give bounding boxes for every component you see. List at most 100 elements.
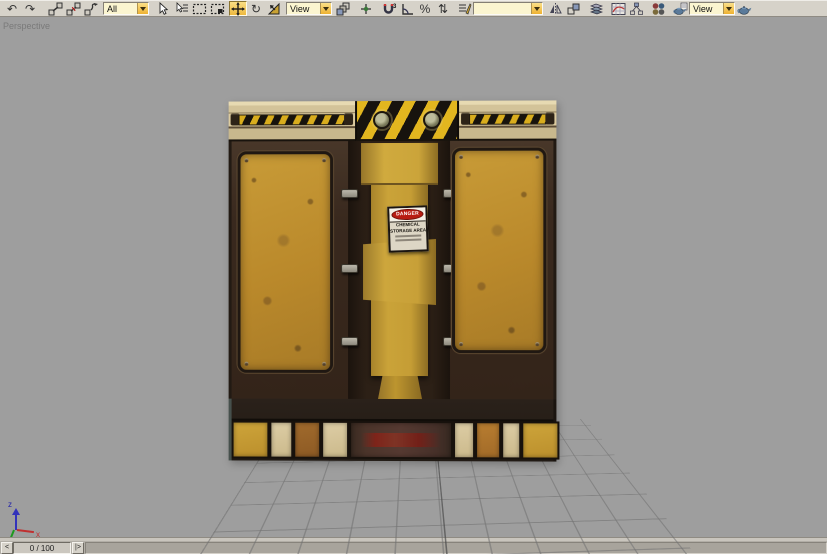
danger-label: DANGER xyxy=(391,208,424,220)
redo-button[interactable]: ↷ xyxy=(21,1,39,16)
align-icon xyxy=(566,2,581,16)
percent-snap-icon: % xyxy=(420,3,431,15)
select-and-rotate-button[interactable]: ↻ xyxy=(247,1,265,16)
bottom-panel-orange xyxy=(475,421,501,459)
window-crossing-button[interactable] xyxy=(208,1,226,16)
select-by-name-button[interactable] xyxy=(172,1,190,16)
door-top-band xyxy=(229,100,557,141)
select-and-link-button[interactable] xyxy=(46,1,64,16)
3d-app-window: ↶ ↷ All ↻ View 3% ⇅ View Perspective xyxy=(0,0,827,554)
z-axis-line xyxy=(15,510,17,530)
layer-manager-icon xyxy=(589,2,604,16)
door-bottom-band xyxy=(229,399,557,462)
render-setup-button[interactable] xyxy=(671,1,689,16)
select-object-button[interactable] xyxy=(154,1,172,16)
spinner-snap-button[interactable]: ⇅ xyxy=(434,1,452,16)
named-selection-dropdown[interactable] xyxy=(473,2,543,15)
selection-filter-dropdown-value: All xyxy=(104,3,137,14)
next-frame-button[interactable]: |> xyxy=(72,542,84,554)
clamp xyxy=(341,337,358,346)
align-button[interactable] xyxy=(564,1,582,16)
rect-region-icon xyxy=(192,2,207,16)
snaps-toggle-button[interactable]: 3 xyxy=(380,1,398,16)
round-bolt xyxy=(373,111,391,129)
danger-sign-header: DANGER xyxy=(389,207,425,222)
rivet xyxy=(535,155,539,159)
edit-named-selections-button[interactable] xyxy=(455,1,473,16)
bottom-panel-yellow xyxy=(232,421,270,459)
selection-filter-dropdown[interactable]: All xyxy=(103,2,149,15)
curve-editor-button[interactable] xyxy=(609,1,627,16)
select-and-manipulate-button[interactable] xyxy=(357,1,375,16)
sign-fine-print xyxy=(395,235,421,238)
named-selection-dropdown-value xyxy=(474,3,531,14)
angle-snap-icon xyxy=(400,2,415,16)
schematic-view-button[interactable] xyxy=(627,1,645,16)
dropdown-arrow-icon[interactable] xyxy=(320,3,331,14)
scale-icon xyxy=(267,2,281,16)
undo-icon: ↶ xyxy=(7,3,17,15)
material-editor-icon xyxy=(651,2,666,16)
previous-frame-button[interactable]: < xyxy=(1,542,13,554)
quick-render-button[interactable] xyxy=(735,1,753,16)
layer-manager-button[interactable] xyxy=(587,1,605,16)
center-plate xyxy=(371,145,428,376)
material-editor-button[interactable] xyxy=(649,1,667,16)
bind-to-spacewarp-button[interactable] xyxy=(82,1,100,16)
rivet xyxy=(322,362,326,366)
bottom-panel-cream xyxy=(501,421,521,459)
bottom-panel-brown xyxy=(293,421,321,459)
svg-text:3: 3 xyxy=(393,4,397,10)
move-icon xyxy=(231,2,245,16)
bottom-panel-cream xyxy=(453,421,475,459)
select-by-name-icon xyxy=(174,2,189,16)
select-and-scale-button[interactable] xyxy=(265,1,283,16)
hazard-strip-small xyxy=(469,113,546,124)
bottom-panel-rust xyxy=(349,421,453,459)
main-toolbar: ↶ ↷ All ↻ View 3% ⇅ View xyxy=(0,0,827,17)
unlink-icon xyxy=(66,2,81,16)
frame-counter: 0 / 100 xyxy=(13,542,71,554)
select-and-move-button[interactable] xyxy=(229,1,247,16)
schematic-view-icon xyxy=(629,2,644,16)
door-panel-left xyxy=(238,151,334,373)
render-type-dropdown-value: View xyxy=(690,3,723,14)
dropdown-arrow-icon[interactable] xyxy=(137,3,148,14)
unlink-selection-button[interactable] xyxy=(64,1,82,16)
bottom-panel-yellow xyxy=(521,421,559,459)
perspective-viewport[interactable]: Perspective xyxy=(0,18,827,537)
rectangular-selection-button[interactable] xyxy=(190,1,208,16)
use-pivot-center-button[interactable] xyxy=(334,1,352,16)
rivet xyxy=(245,362,249,366)
toolbar-gap xyxy=(39,1,46,16)
rivet xyxy=(535,342,539,346)
angle-snap-button[interactable] xyxy=(398,1,416,16)
center-plate-foot xyxy=(378,376,422,399)
hazard-stripe-panel xyxy=(355,101,459,141)
select-and-link-icon xyxy=(48,2,63,16)
rivet xyxy=(245,158,249,162)
bind-spacewarp-icon xyxy=(84,2,99,16)
rotate-icon: ↻ xyxy=(251,3,261,15)
render-type-dropdown[interactable]: View xyxy=(689,2,735,15)
spinner-snap-icon: ⇅ xyxy=(438,3,448,15)
manipulate-icon xyxy=(359,2,373,16)
door-panel-right xyxy=(452,148,546,354)
named-sets-icon xyxy=(457,2,472,16)
undo-button[interactable]: ↶ xyxy=(3,1,21,16)
mirror-button[interactable] xyxy=(546,1,564,16)
door-model[interactable]: DANGER CHEMICAL STORAGE AREA xyxy=(229,100,557,461)
rivet xyxy=(459,342,463,346)
rivet xyxy=(322,158,326,162)
hazard-strip-small xyxy=(239,114,346,125)
percent-snap-button[interactable]: % xyxy=(416,1,434,16)
viewport-label: Perspective xyxy=(3,21,50,31)
render-setup-icon xyxy=(673,2,688,16)
dropdown-arrow-icon[interactable] xyxy=(723,3,734,14)
pivot-center-icon xyxy=(336,2,351,16)
reference-coordinate-dropdown[interactable]: View xyxy=(286,2,332,15)
bottom-panel-row xyxy=(232,419,554,460)
snap-3d-icon: 3 xyxy=(382,2,397,16)
z-axis-label: z xyxy=(8,501,12,509)
dropdown-arrow-icon[interactable] xyxy=(531,3,542,14)
